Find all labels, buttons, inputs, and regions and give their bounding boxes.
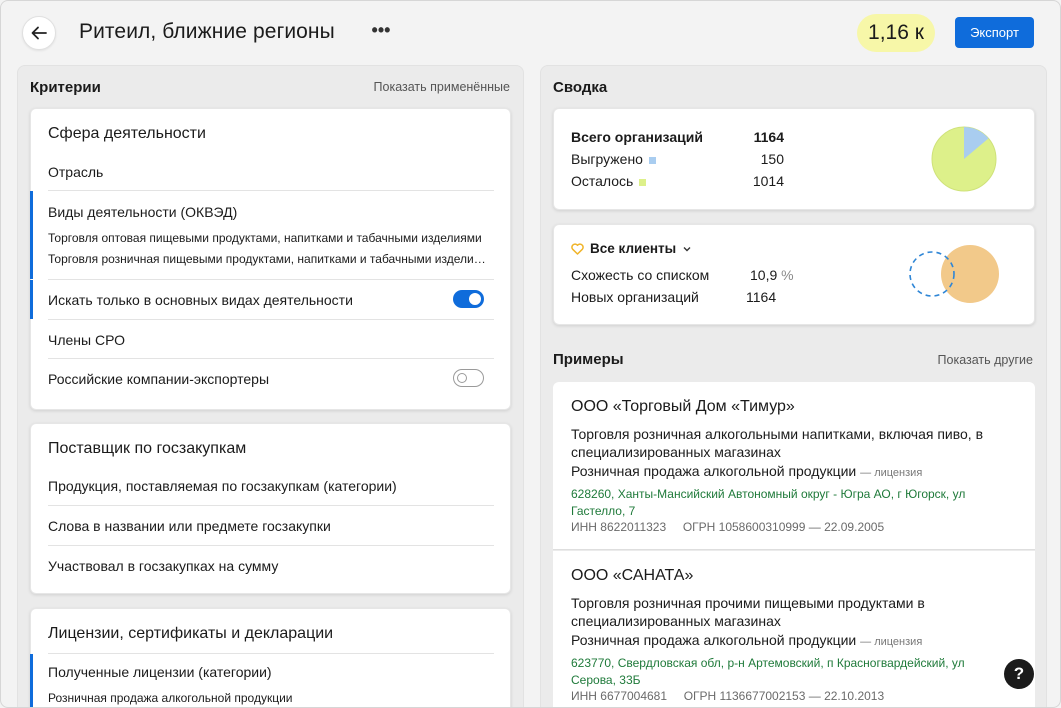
heart-icon — [571, 242, 584, 255]
okved-row[interactable]: Виды деятельности (ОКВЭД) — [48, 204, 494, 220]
licenses-card-title: Лицензии, сертификаты и декларации — [48, 625, 334, 642]
activity-card: Сфера деятельности Отрасль Виды деятельн… — [30, 108, 511, 410]
exported-swatch — [648, 156, 656, 164]
divider — [48, 505, 494, 506]
divider — [48, 190, 494, 191]
received-license-item: Розничная продажа алкогольной продукции — [48, 691, 293, 705]
procurement-products-row[interactable]: Продукция, поставляемая по госзакупкам (… — [48, 478, 494, 494]
example-license-tag: — лицензия — [860, 467, 923, 479]
example-ogrn: ОГРН 1058600310999 — 22.09.2005 — [682, 520, 885, 534]
example-card[interactable]: ООО «Торговый Дом «Тимур» Торговля розни… — [553, 382, 1035, 550]
divider — [48, 279, 494, 280]
example-card[interactable]: ООО «САНАТА» Торговля розничная прочими … — [553, 551, 1035, 707]
exported-row: Выгружено — [571, 151, 656, 167]
help-button[interactable]: ? — [1004, 659, 1034, 689]
divider — [48, 358, 494, 359]
new-orgs-value: 1164 — [746, 289, 777, 305]
divider — [48, 545, 494, 546]
clients-selector-label: Все клиенты — [590, 241, 677, 256]
remaining-swatch — [639, 178, 647, 186]
example-license-row: Розничная продажа алкогольной продукции … — [571, 631, 1011, 651]
activity-card-title: Сфера деятельности — [48, 125, 206, 142]
example-address: 628260, Ханты-Мансийский Автономный окру… — [571, 487, 966, 518]
show-applied-link[interactable]: Показать применённые — [374, 80, 510, 94]
result-count-badge: 1,16 к — [857, 14, 935, 52]
new-orgs-label: Новых организаций — [571, 289, 699, 305]
similarity-unit: % — [781, 267, 794, 283]
licenses-card: Лицензии, сертификаты и декларации Получ… — [30, 608, 511, 707]
okved-item: Торговля розничная пищевыми продуктами, … — [48, 252, 488, 266]
example-address: 623770, Свердловская обл, р-н Артемовски… — [571, 656, 965, 687]
example-inn: ИНН 8622011323 — [571, 520, 667, 534]
exporters-label: Российские компании-экспортеры — [48, 371, 270, 387]
criteria-title: Критерии — [30, 79, 101, 96]
exporters-toggle[interactable] — [453, 369, 484, 387]
toggle-knob — [457, 373, 467, 383]
main-only-toggle[interactable] — [453, 290, 484, 308]
main-only-accent-bar — [30, 280, 33, 319]
remaining-row: Осталось — [571, 173, 647, 189]
header: Ритеил, ближние регионы ••• 1,16 к Экспо… — [1, 1, 1060, 65]
example-ogrn: ОГРН 1136677002153 — 22.10.2013 — [683, 689, 885, 703]
example-inn: ИНН 6677004681 — [571, 689, 668, 703]
toggle-knob — [469, 293, 481, 305]
main-only-label: Искать только в основных видах деятельно… — [48, 292, 353, 308]
back-button[interactable] — [22, 16, 56, 50]
exported-label: Выгружено — [571, 151, 643, 167]
organizations-circle — [941, 245, 999, 303]
example-activity: Торговля розничная прочими пищевыми прод… — [571, 595, 925, 629]
divider — [48, 653, 494, 654]
example-name: ООО «Торговый Дом «Тимур» — [571, 398, 795, 415]
example-name: ООО «САНАТА» — [571, 567, 694, 584]
clients-selector[interactable]: Все клиенты — [571, 241, 692, 256]
example-license-row: Розничная продажа алкогольной продукции … — [571, 462, 1011, 482]
example-ids: ИНН 6677004681 ОГРН 1136677002153 — 22.1… — [571, 689, 884, 703]
procurement-card-title: Поставщик по госзакупкам — [48, 440, 247, 457]
more-options-button[interactable]: ••• — [369, 19, 393, 43]
summary-title: Сводка — [553, 79, 608, 96]
okved-item: Торговля оптовая пищевыми продуктами, на… — [48, 231, 482, 245]
clients-card: Все клиенты Схожесть со списком 10,9 % Н… — [553, 224, 1035, 325]
procurement-amount-row[interactable]: Участвовал в госзакупках на сумму — [48, 558, 494, 574]
industry-row[interactable]: Отрасль — [48, 164, 494, 180]
sro-row[interactable]: Члены СРО — [48, 332, 494, 348]
received-licenses-row[interactable]: Полученные лицензии (категории) — [48, 664, 494, 680]
arrow-left-icon — [31, 26, 47, 40]
similarity-value: 10,9 — [750, 267, 778, 283]
examples-title: Примеры — [553, 351, 624, 368]
overlap-venn-diagram — [909, 245, 999, 303]
procurement-words-row[interactable]: Слова в названии или предмете госзакупки — [48, 518, 494, 534]
total-value: 1164 — [753, 129, 784, 145]
example-license: Розничная продажа алкогольной продукции — [571, 632, 857, 648]
example-ids: ИНН 8622011323 ОГРН 1058600310999 — 22.0… — [571, 520, 884, 534]
chevron-down-icon — [683, 246, 691, 251]
summary-panel: Сводка Всего организаций 1164 Выгружено … — [540, 65, 1047, 707]
procurement-card: Поставщик по госзакупкам Продукция, пост… — [30, 423, 511, 594]
similarity-label: Схожесть со списком — [571, 267, 710, 283]
example-license-tag: — лицензия — [860, 636, 923, 648]
show-other-link[interactable]: Показать другие — [938, 353, 1033, 367]
licenses-accent-bar — [30, 654, 33, 707]
criteria-panel: Критерии Показать применённые Сфера деят… — [17, 65, 524, 707]
page-title: Ритеил, ближние регионы — [79, 20, 335, 43]
total-label: Всего организаций — [571, 129, 703, 145]
summary-pie-chart — [931, 126, 997, 192]
example-license: Розничная продажа алкогольной продукции — [571, 463, 857, 479]
remaining-value: 1014 — [752, 173, 784, 189]
okved-accent-bar — [30, 191, 33, 279]
export-button[interactable]: Экспорт — [955, 17, 1034, 48]
app-window: Ритеил, ближние регионы ••• 1,16 к Экспо… — [0, 0, 1061, 708]
summary-card: Всего организаций 1164 Выгружено 150 Ост… — [553, 108, 1035, 210]
remaining-label: Осталось — [571, 173, 634, 189]
exported-value: 150 — [760, 151, 784, 167]
divider — [48, 319, 494, 320]
similarity-value-wrap: 10,9 % — [750, 267, 794, 283]
example-activity: Торговля розничная алкогольными напиткам… — [571, 426, 984, 460]
